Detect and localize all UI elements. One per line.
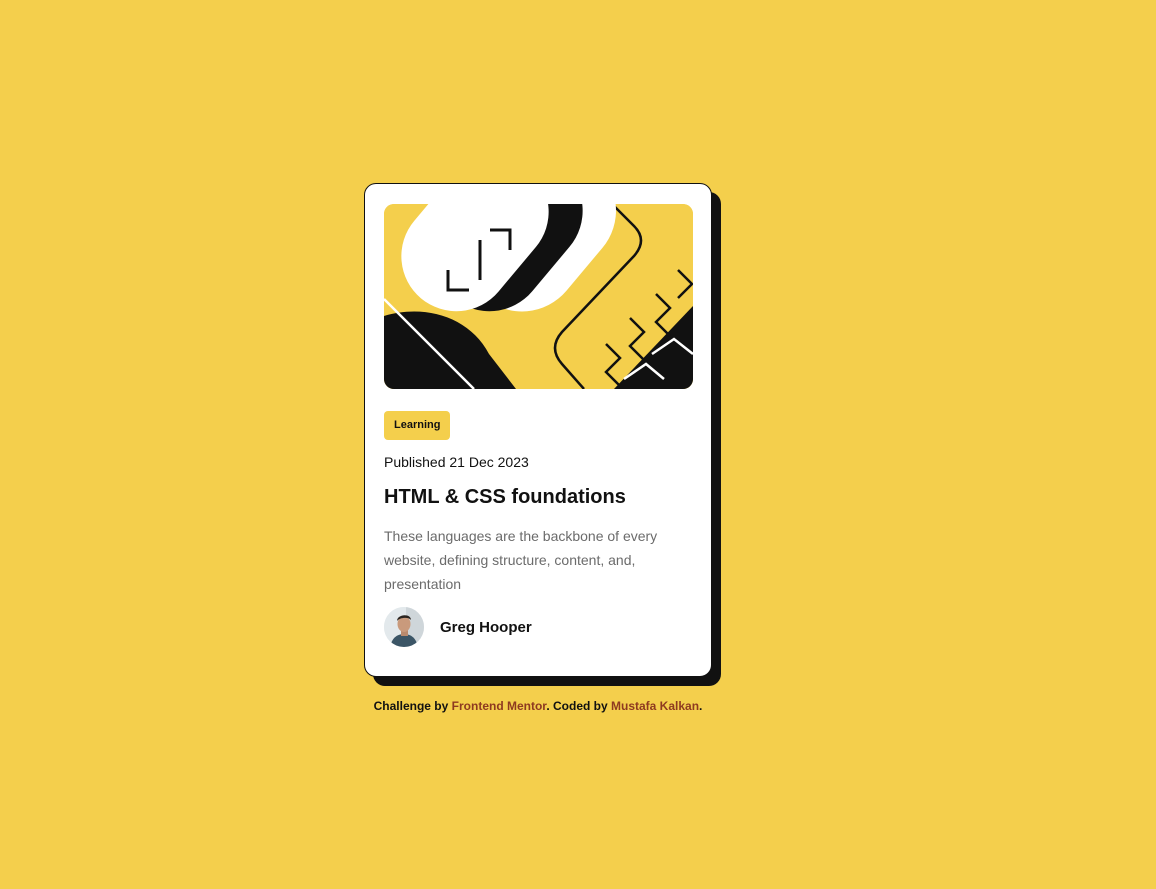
article-illustration xyxy=(384,204,693,389)
author: Greg Hooper xyxy=(384,607,532,647)
blog-card: Learning Published 21 Dec 2023 HTML & CS… xyxy=(364,183,712,677)
card-description: These languages are the backbone of ever… xyxy=(384,528,658,592)
attribution-suffix: . xyxy=(699,699,703,713)
avatar xyxy=(384,607,424,647)
author-name: Greg Hooper xyxy=(440,618,532,636)
author-link[interactable]: Mustafa Kalkan xyxy=(611,699,699,713)
attribution-prefix: Challenge by xyxy=(373,699,452,713)
attribution: Challenge by Frontend Mentor. Coded by M… xyxy=(0,699,1076,713)
category-tag: Learning xyxy=(384,411,451,440)
published-date: Published 21 Dec 2023 xyxy=(384,454,529,470)
frontend-mentor-link[interactable]: Frontend Mentor xyxy=(452,699,547,713)
attribution-middle: . Coded by xyxy=(546,699,611,713)
card-title[interactable]: HTML & CSS foundations xyxy=(384,486,626,509)
